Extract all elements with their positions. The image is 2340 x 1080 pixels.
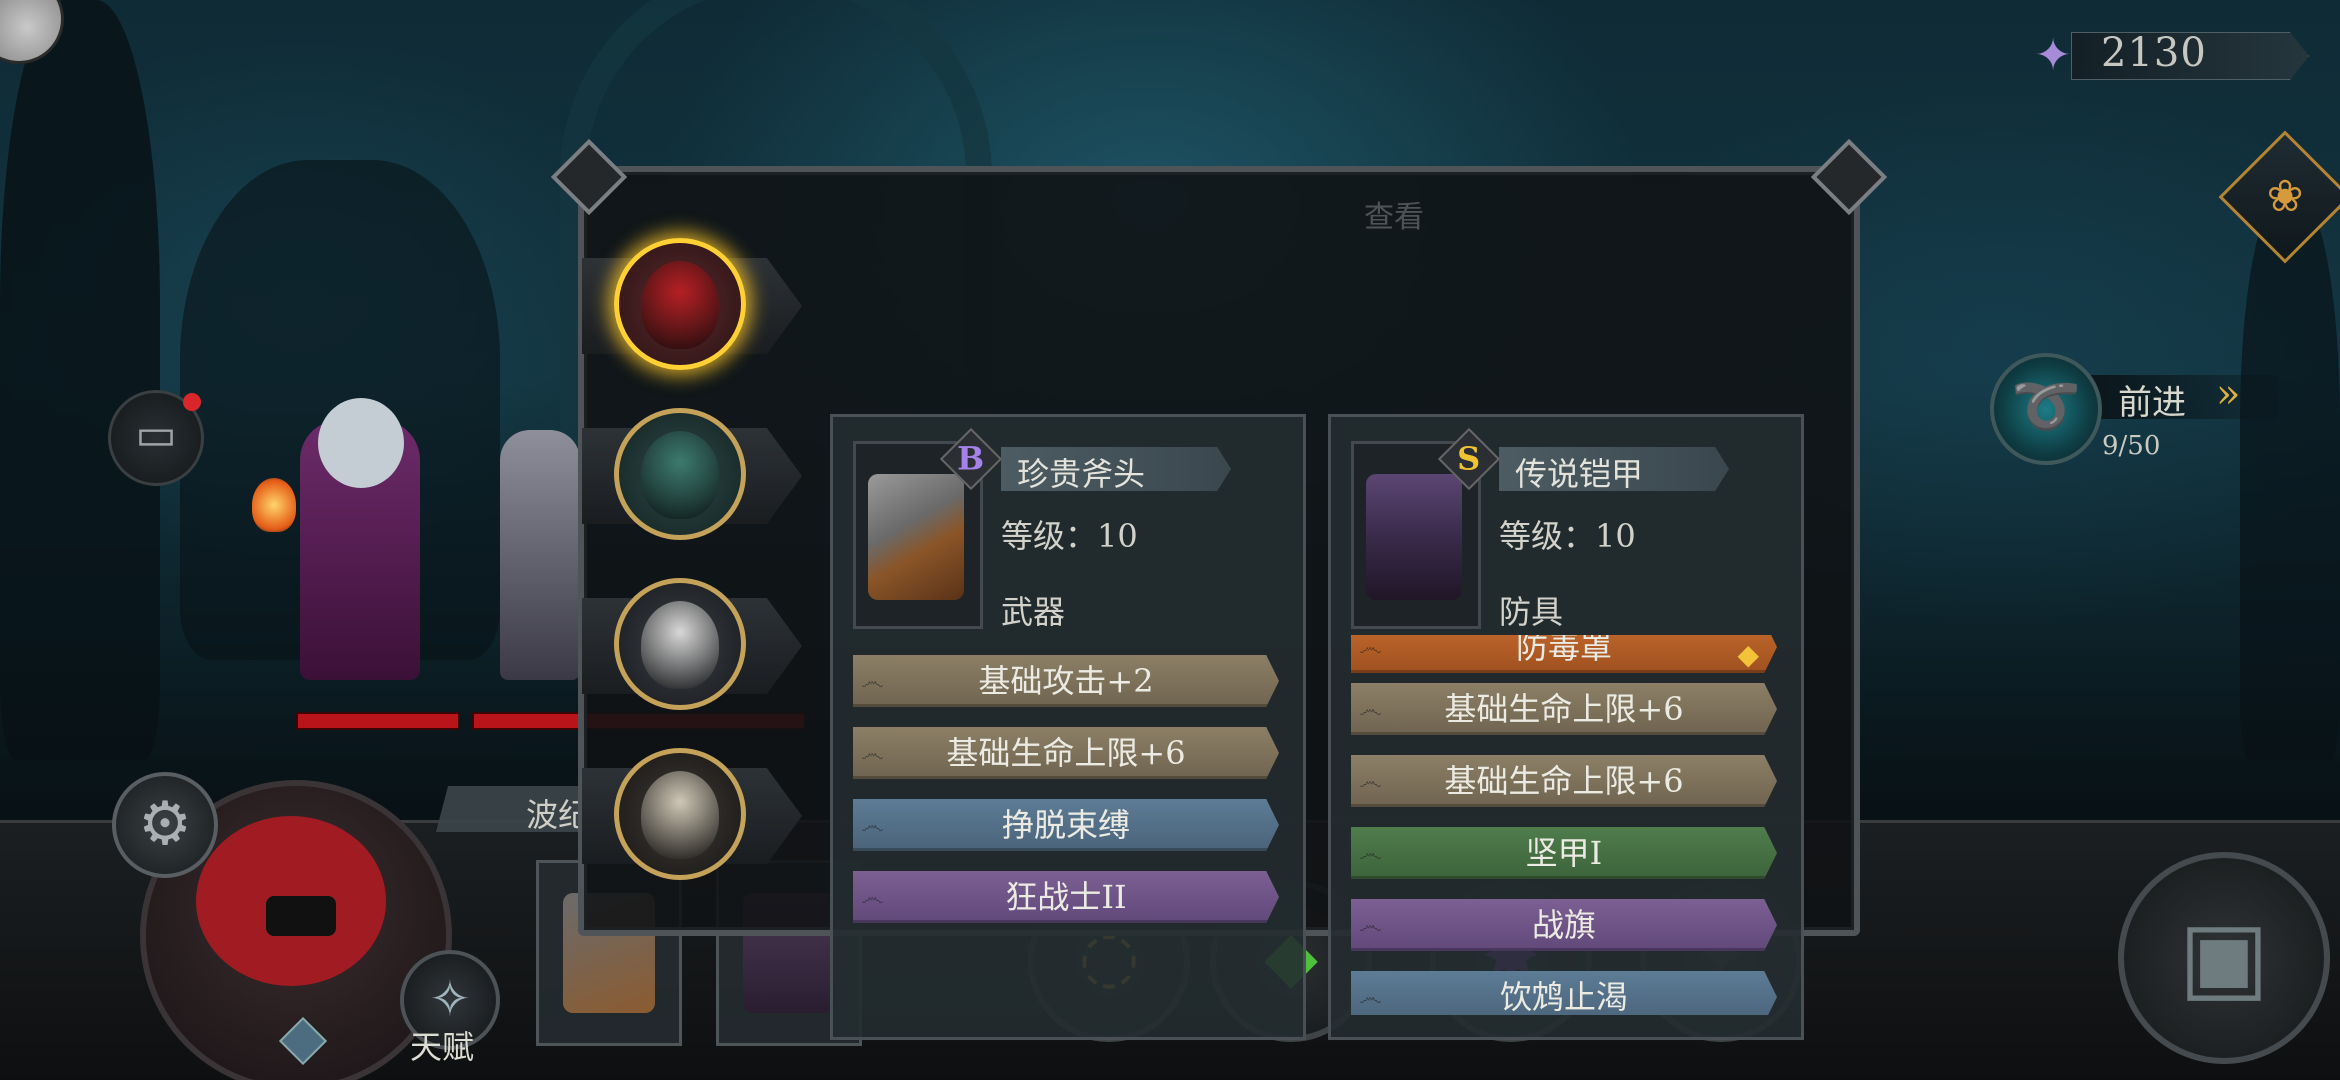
hero-portrait — [614, 748, 746, 880]
hero-face — [641, 431, 719, 519]
equipment-type: 防具 — [1499, 593, 1564, 631]
witch-head — [318, 398, 404, 488]
backpack-button[interactable]: ▣ — [2118, 852, 2330, 1064]
left-equipment-panel: B 珍贵斧头 等级：10 武器 ෴ 基础攻击+2 ෴ 基础生命上限+6 ෴ 挣脱束缚 … — [830, 414, 1306, 1040]
equipment-type: 武器 — [1001, 593, 1066, 631]
armor-icon — [1366, 474, 1462, 600]
hero-tab-1[interactable] — [582, 238, 804, 374]
affix-row: ෴ 挣脱束缚 — [853, 799, 1279, 851]
equipment-name: 珍贵斧头 — [1017, 455, 1146, 493]
affix-list[interactable]: ෴ 防毒罩 ◆ ෴ 基础生命上限+6 ෴ 基础生命上限+6 ෴ 坚甲I ෴ 战旗 ෴ 饮鸩止渴 — [1331, 635, 1801, 1015]
portal-icon: ➰ — [1990, 353, 2102, 465]
game-stage: ✦ 2130 ❀ ▭ ➰ 前进 » 9/50 ⚙ 波纪 ✧ 天赋 ◌ ◆ ✸ ✦… — [0, 0, 2340, 1080]
right-equipment-panel: S 传说铠甲 等级：10 防具 ෴ 防毒罩 ◆ ෴ 基础生命上限+6 ෴ 基础生命上限+… — [1328, 414, 1804, 1040]
fire-effect — [252, 478, 296, 532]
settings-button[interactable]: ⚙ — [112, 772, 218, 878]
affix-row: ෴ 基础生命上限+6 — [1351, 755, 1777, 807]
currency-display: ✦ 2130 — [2025, 22, 2309, 86]
advance-label: 前进 — [2118, 383, 2186, 423]
hero-mask — [266, 896, 336, 936]
hero-tab-3[interactable] — [582, 578, 804, 714]
spear-character — [500, 430, 580, 680]
affix-row: ෴ 狂战士II — [853, 871, 1279, 923]
axe-icon — [868, 474, 964, 600]
gear-icon: ⚙ — [138, 789, 192, 859]
hero-face — [641, 601, 719, 689]
gem-icon: ◆ — [1737, 638, 1759, 671]
hp-bar — [296, 712, 460, 730]
affix-row: ෴ 饮鸩止渴 — [1351, 971, 1777, 1015]
dialog-title: 查看 — [1364, 200, 1424, 235]
advance-button[interactable]: ➰ 前进 » 9/50 — [1990, 345, 2290, 465]
equipment-view-dialog: 查看 B 珍贵斧头 等级：10 武器 ෴ 基础攻击+2 ෴ 基础生命上限+6 ෴ 挣脱… — [550, 138, 1888, 1040]
affix-row: ෴ 基础生命上限+6 — [1351, 683, 1777, 735]
affix-row: ෴ 基础生命上限+6 — [853, 727, 1279, 779]
double-chevron-icon: » — [2216, 371, 2241, 417]
chat-bubble-icon: ▭ — [135, 409, 177, 460]
talent-label: 天赋 — [410, 1028, 475, 1066]
hero-portrait — [614, 578, 746, 710]
affix-row: ෴ 战旗 — [1351, 899, 1777, 951]
backpack-icon: ▣ — [2178, 900, 2270, 1012]
equipment-name: 传说铠甲 — [1515, 455, 1644, 493]
advance-progress: 9/50 — [2102, 431, 2161, 461]
equipment-level: 等级：10 — [1499, 517, 1636, 555]
affix-row: ෴ 防毒罩 ◆ — [1351, 635, 1777, 673]
equipment-level: 等级：10 — [1001, 517, 1138, 555]
currency-value: 2130 — [2101, 30, 2207, 76]
rose-icon: ❀ — [2266, 171, 2304, 222]
notification-dot — [183, 393, 201, 411]
hero-face — [641, 261, 719, 349]
affix-row: ෴ 坚甲I — [1351, 827, 1777, 879]
affix-list[interactable]: ෴ 基础攻击+2 ෴ 基础生命上限+6 ෴ 挣脱束缚 ෴ 狂战士II — [833, 635, 1303, 1015]
hero-face — [641, 771, 719, 859]
hero-portrait — [614, 408, 746, 540]
hero-tab-2[interactable] — [582, 408, 804, 544]
affix-row: ෴ 基础攻击+2 — [853, 655, 1279, 707]
hero-tab-4[interactable] — [582, 748, 804, 884]
chat-button[interactable]: ▭ — [108, 390, 204, 486]
hero-portrait — [614, 238, 746, 370]
